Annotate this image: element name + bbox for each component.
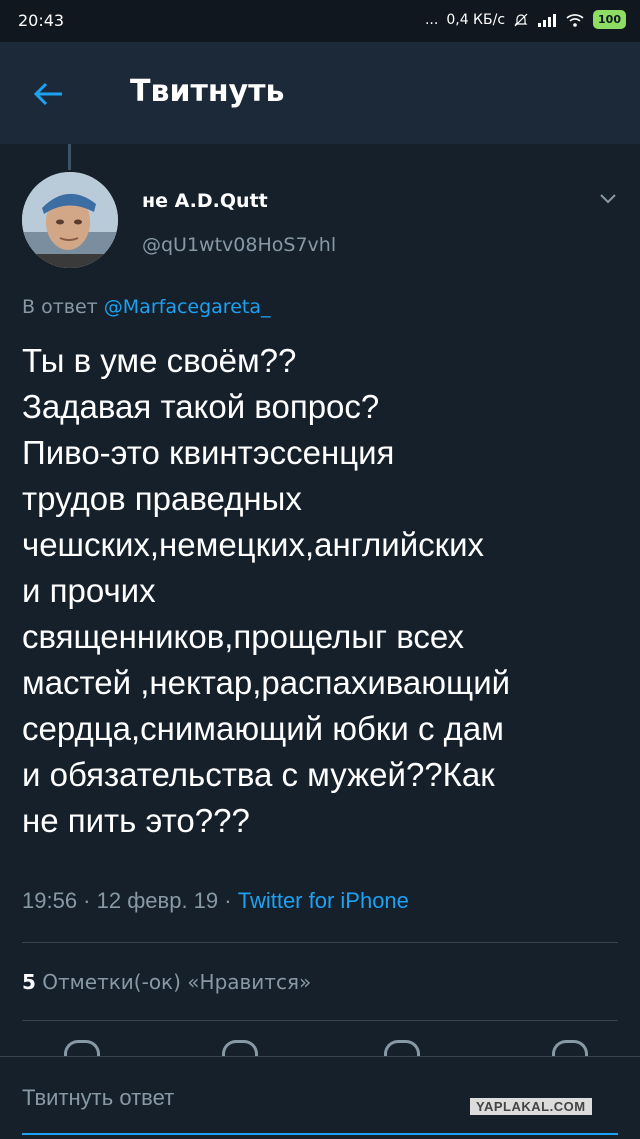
tweet-source-link[interactable]: Twitter for iPhone	[238, 888, 409, 913]
divider	[22, 942, 618, 943]
wifi-icon	[566, 13, 584, 27]
reply-to-line: В ответ @Marfacegareta_	[22, 296, 270, 318]
likes-label: Отметки(-ок) «Нравится»	[42, 970, 312, 994]
status-right: ... 0,4 КБ/с 100	[425, 10, 626, 29]
status-time: 20:43	[18, 11, 65, 30]
likes-summary[interactable]: 5 Отметки(-ок) «Нравится»	[22, 970, 311, 994]
divider	[22, 1020, 618, 1021]
likes-count: 5	[22, 970, 36, 994]
app-bar: Твитнуть	[0, 42, 640, 144]
author-handle[interactable]: @qU1wtv08HoS7vhl	[142, 234, 336, 256]
watermark-logo: YAPLAKAL.COM	[470, 1098, 592, 1115]
thread-connector-line	[68, 144, 71, 170]
status-dots: ...	[424, 11, 439, 28]
network-speed: 0,4 КБ/с	[446, 11, 506, 28]
battery-icon: 100	[593, 10, 626, 29]
page-title: Твитнуть	[130, 74, 285, 109]
tweet-actions-bar	[0, 1040, 640, 1057]
retweet-icon[interactable]	[222, 1040, 258, 1057]
arrow-left-icon[interactable]	[30, 76, 66, 112]
signal-icon	[538, 13, 557, 27]
muted-bell-icon	[514, 13, 528, 26]
chevron-down-icon[interactable]	[598, 192, 618, 206]
author-name[interactable]: не A.D.Qutt	[142, 190, 268, 212]
tweet-timestamp: 19:56 · 12 февр. 19 ·	[22, 888, 232, 913]
like-icon[interactable]	[384, 1040, 420, 1057]
tweet-meta: 19:56 · 12 февр. 19 · Twitter for iPhone	[22, 888, 409, 914]
reply-mention-link[interactable]: @Marfacegareta_	[104, 296, 271, 318]
share-icon[interactable]	[552, 1040, 588, 1057]
reply-icon[interactable]	[64, 1040, 100, 1057]
tweet-text: Ты в уме своём?? Задавая такой вопрос? П…	[22, 342, 511, 839]
reply-prefix: В ответ	[22, 296, 98, 318]
avatar-photo	[22, 172, 118, 268]
reply-input-underline	[22, 1133, 618, 1135]
status-bar: 20:43 ... 0,4 КБ/с 100	[0, 0, 640, 42]
avatar[interactable]	[22, 172, 118, 268]
reply-input[interactable]: Твитнуть ответ	[22, 1085, 174, 1111]
